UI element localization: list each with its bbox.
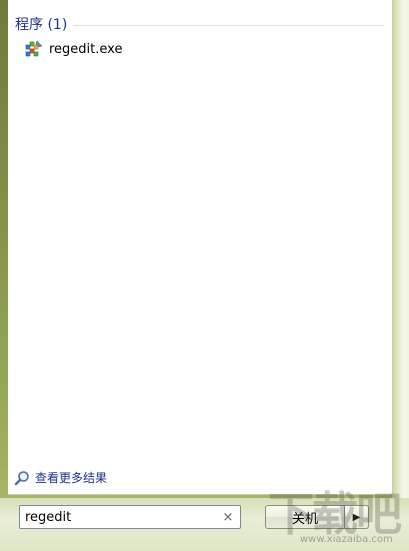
search-input[interactable] (20, 507, 218, 527)
result-item-label: regedit.exe (49, 41, 123, 57)
registry-editor-icon (25, 40, 43, 58)
section-divider (73, 24, 384, 26)
result-item-regedit[interactable]: regedit.exe (23, 38, 128, 60)
shutdown-button[interactable]: 关机 (265, 505, 345, 529)
see-more-label: 查看更多结果 (35, 471, 108, 485)
section-title[interactable]: 程序 (1) (15, 14, 67, 34)
power-options-arrow-icon[interactable]: ▶ (345, 505, 369, 529)
power-button-group: 关机 ▶ (265, 505, 369, 529)
clear-search-icon[interactable]: × (218, 510, 238, 525)
see-more-results-link[interactable]: 查看更多结果 (14, 469, 107, 486)
search-results-pane: 程序 (1) regedit.exe 查看更多结果 (8, 0, 393, 495)
magnifier-icon (14, 470, 30, 486)
section-header-programs: 程序 (1) (15, 14, 384, 34)
start-search-box[interactable]: × (19, 505, 241, 529)
glass-frame-right (392, 0, 409, 551)
